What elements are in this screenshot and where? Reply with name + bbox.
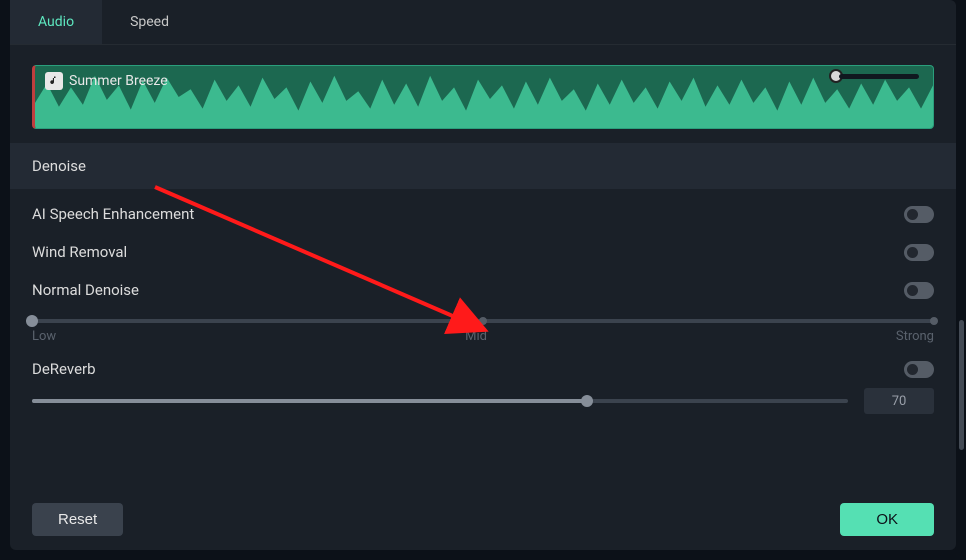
- option-dereverb: DeReverb: [10, 344, 956, 382]
- toggle-ai-speech[interactable]: [904, 206, 934, 223]
- tab-audio[interactable]: Audio: [10, 0, 102, 44]
- option-normal-denoise: Normal Denoise: [10, 265, 956, 303]
- clip-title: Summer Breeze: [69, 73, 168, 89]
- clip-header: Summer Breeze: [45, 72, 168, 90]
- tab-speed[interactable]: Speed: [102, 0, 197, 44]
- dereverb-value[interactable]: 70: [864, 388, 934, 414]
- toggle-wind-removal[interactable]: [904, 244, 934, 261]
- slider-tick-strong: [930, 317, 938, 325]
- option-ai-speech: AI Speech Enhancement: [10, 189, 956, 227]
- scroll-area[interactable]: Denoise AI Speech Enhancement Wind Remov…: [10, 143, 956, 489]
- label-dereverb: DeReverb: [32, 360, 96, 378]
- scrollbar[interactable]: [959, 170, 964, 470]
- slider-knob-normal-denoise[interactable]: [26, 315, 38, 327]
- scrollbar-thumb[interactable]: [959, 320, 964, 450]
- toggle-normal-denoise[interactable]: [904, 282, 934, 299]
- audio-clip[interactable]: Summer Breeze: [32, 65, 934, 129]
- music-note-icon: [45, 72, 63, 90]
- waveform: [35, 66, 933, 128]
- slider-fill-dereverb: [32, 399, 587, 403]
- label-mid: Mid: [465, 329, 487, 344]
- toggle-dereverb[interactable]: [904, 361, 934, 378]
- progress-track: [839, 74, 919, 79]
- label-wind-removal: Wind Removal: [32, 243, 127, 261]
- main-container: Audio Speed Summer Breeze Denoise: [0, 0, 966, 560]
- option-wind-removal: Wind Removal: [10, 227, 956, 265]
- ok-button[interactable]: OK: [840, 503, 934, 536]
- slider-tick-mid: [479, 317, 487, 325]
- clip-progress[interactable]: [829, 70, 919, 82]
- slider-normal-denoise[interactable]: Low Mid Strong: [10, 303, 956, 344]
- label-normal-denoise: Normal Denoise: [32, 281, 139, 299]
- section-denoise: Denoise: [10, 143, 956, 189]
- reset-button[interactable]: Reset: [32, 503, 123, 536]
- panel: Summer Breeze Denoise AI Speech Enhancem…: [10, 45, 956, 550]
- tab-bar: Audio Speed: [10, 0, 956, 45]
- label-strong: Strong: [896, 329, 934, 344]
- footer: Reset OK: [10, 489, 956, 550]
- label-low: Low: [32, 329, 56, 344]
- slider-labels: Low Mid Strong: [32, 329, 934, 344]
- slider-knob-dereverb[interactable]: [581, 395, 593, 407]
- label-ai-speech: AI Speech Enhancement: [32, 205, 194, 223]
- slider-dereverb[interactable]: 70: [10, 382, 956, 414]
